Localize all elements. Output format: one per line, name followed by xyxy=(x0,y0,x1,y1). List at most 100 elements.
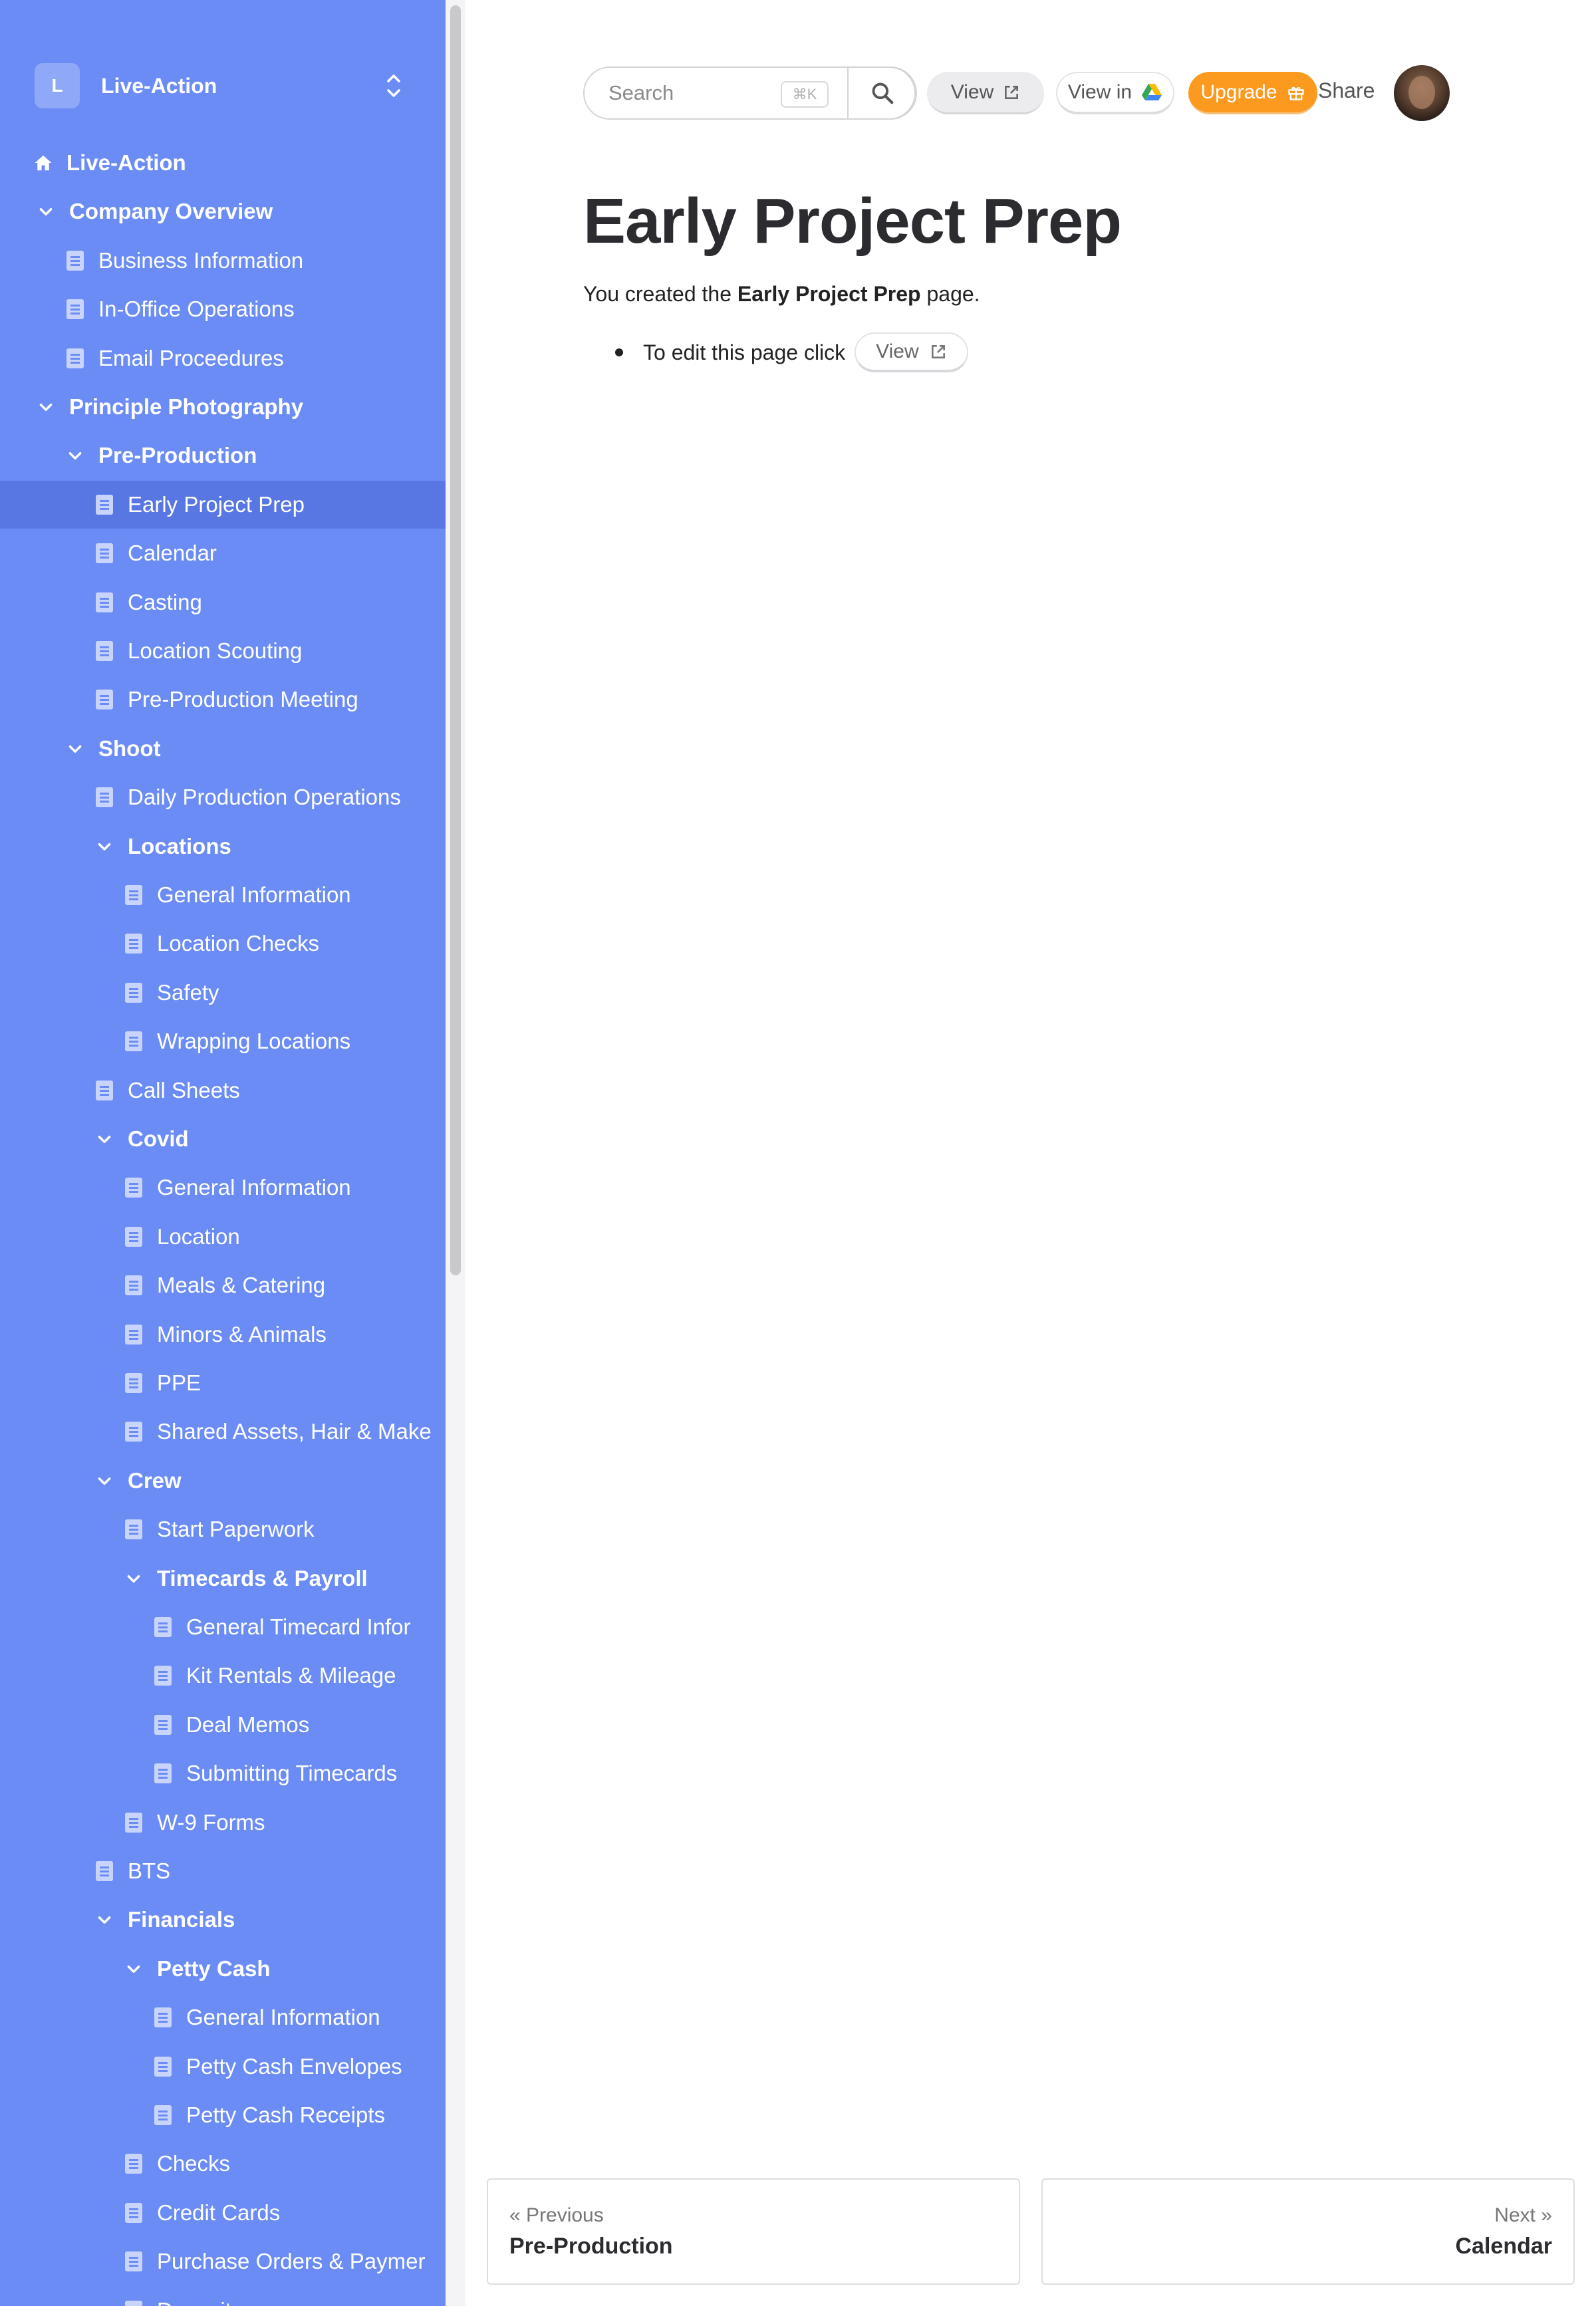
chevron-down-icon[interactable] xyxy=(94,1471,114,1491)
nav-page[interactable]: Petty Cash Receipts xyxy=(0,2091,446,2139)
document-icon xyxy=(94,592,114,612)
nav-page[interactable]: Deal Memos xyxy=(0,1701,446,1749)
nav-folder[interactable]: Covid xyxy=(0,1115,446,1163)
document-icon xyxy=(94,1861,114,1881)
document-icon xyxy=(124,885,144,905)
nav-item-label: Minors & Animals xyxy=(157,1321,327,1346)
chevron-up-down-icon[interactable] xyxy=(380,69,407,102)
next-page-link[interactable]: Next » Calendar xyxy=(1041,2178,1575,2285)
nav-page[interactable]: Casting xyxy=(0,578,446,626)
nav-item-label: Petty Cash Envelopes xyxy=(186,2053,402,2079)
nav-page[interactable]: PPE xyxy=(0,1359,446,1407)
nav-page[interactable]: General Information xyxy=(0,871,446,919)
nav-item-label: Email Proceedures xyxy=(98,345,284,370)
search-shortcut-hint: ⌘K xyxy=(781,81,829,108)
nav-page[interactable]: In-Office Operations xyxy=(0,285,446,333)
nav-page[interactable]: Wrapping Locations xyxy=(0,1017,446,1065)
nav-page[interactable]: Meals & Catering xyxy=(0,1261,446,1309)
document-icon xyxy=(124,2251,144,2272)
nav-page[interactable]: Business Information xyxy=(0,237,446,285)
inline-view-button[interactable]: View xyxy=(855,332,968,372)
nav-item-label: Covid xyxy=(128,1126,189,1151)
chevron-down-icon[interactable] xyxy=(65,446,85,465)
nav-folder[interactable]: Timecards & Payroll xyxy=(0,1555,446,1602)
share-button[interactable]: Share xyxy=(1318,78,1375,103)
nav-item-label: Timecards & Payroll xyxy=(157,1565,368,1591)
chevron-down-icon[interactable] xyxy=(36,397,56,417)
document-icon xyxy=(153,1763,173,1784)
chevron-down-icon[interactable] xyxy=(94,1910,114,1930)
nav-page[interactable]: Email Proceedures xyxy=(0,334,446,382)
search-button[interactable] xyxy=(847,66,917,120)
nav-page[interactable]: Early Project Prep xyxy=(0,480,446,529)
nav-page[interactable]: Credit Cards xyxy=(0,2189,446,2237)
chevron-down-icon[interactable] xyxy=(124,1569,144,1589)
nav-item-label: Deposits xyxy=(157,2298,242,2306)
nav-item-label: Location xyxy=(157,1223,240,1249)
nav-page[interactable]: Location Scouting xyxy=(0,627,446,675)
nav-item-label: Live-Action xyxy=(66,150,186,175)
workspace-switcher[interactable]: L Live-Action xyxy=(35,63,407,109)
view-button[interactable]: View xyxy=(927,72,1044,114)
chevron-down-icon[interactable] xyxy=(94,1129,114,1149)
chevron-down-icon[interactable] xyxy=(36,201,56,221)
nav-page[interactable]: Deposits xyxy=(0,2287,446,2306)
nav-folder[interactable]: Financials xyxy=(0,1896,446,1944)
nav-item-label: Company Overview xyxy=(69,199,273,224)
nav-page[interactable]: Submitting Timecards xyxy=(0,1749,446,1797)
nav-folder[interactable]: Petty Cash xyxy=(0,1945,446,1993)
document-icon xyxy=(153,1617,173,1637)
nav-page[interactable]: Checks xyxy=(0,2140,446,2188)
nav-page[interactable]: Shared Assets, Hair & Make xyxy=(0,1408,446,1456)
nav-page[interactable]: General Information xyxy=(0,1993,446,2041)
user-avatar[interactable] xyxy=(1394,65,1450,121)
previous-page-title: Pre-Production xyxy=(509,2233,673,2259)
page-title: Early Project Prep xyxy=(583,186,1122,257)
view-button-label: View xyxy=(950,80,994,103)
nav-page[interactable]: Start Paperwork xyxy=(0,1505,446,1553)
chevron-down-icon[interactable] xyxy=(65,739,85,759)
nav-page[interactable]: Purchase Orders & Paymer xyxy=(0,2238,446,2285)
search-input[interactable] xyxy=(608,81,775,105)
nav-item-label: General Information xyxy=(157,1175,351,1200)
search-bar: ⌘K xyxy=(583,66,917,120)
nav-folder[interactable]: Crew xyxy=(0,1457,446,1505)
nav-page[interactable]: General Information xyxy=(0,1164,446,1212)
sidebar-scrollbar-thumb[interactable] xyxy=(450,5,461,1275)
document-icon xyxy=(94,1080,114,1100)
nav-item-label: Principle Photography xyxy=(69,394,304,419)
nav-page[interactable]: Petty Cash Envelopes xyxy=(0,2043,446,2091)
nav-page[interactable]: Calendar xyxy=(0,529,446,577)
nav-page[interactable]: BTS xyxy=(0,1847,446,1895)
document-icon xyxy=(94,690,114,710)
nav-folder[interactable]: Locations xyxy=(0,823,446,870)
gift-icon xyxy=(1287,86,1304,100)
nav-page[interactable]: Kit Rentals & Mileage xyxy=(0,1652,446,1700)
document-icon xyxy=(65,250,85,271)
nav-folder[interactable]: Principle Photography xyxy=(0,383,446,431)
nav-page[interactable]: General Timecard Infor xyxy=(0,1603,446,1651)
nav-folder[interactable]: Shoot xyxy=(0,725,446,773)
upgrade-button[interactable]: Upgrade xyxy=(1188,72,1317,114)
edit-instructions-item: To edit this page click View xyxy=(615,332,968,372)
nav-folder[interactable]: Pre-Production xyxy=(0,432,446,479)
nav-page[interactable]: W-9 Forms xyxy=(0,1799,446,1847)
nav-item-label: Checks xyxy=(157,2151,231,2176)
document-icon xyxy=(153,1666,173,1686)
nav-folder[interactable]: Company Overview xyxy=(0,188,446,235)
nav-page[interactable]: Location xyxy=(0,1213,446,1261)
nav-page[interactable]: Minors & Animals xyxy=(0,1311,446,1358)
nav-page[interactable]: Pre-Production Meeting xyxy=(0,676,446,723)
nav-item-label: PPE xyxy=(157,1370,201,1395)
nav-page[interactable]: Location Checks xyxy=(0,920,446,967)
view-in-drive-button[interactable]: View in xyxy=(1056,72,1174,114)
nav-page[interactable]: Daily Production Operations xyxy=(0,773,446,821)
nav-item-label: Petty Cash xyxy=(157,1956,271,1981)
chevron-down-icon[interactable] xyxy=(124,1959,144,1979)
nav-page[interactable]: Safety xyxy=(0,969,446,1017)
previous-page-link[interactable]: « Previous Pre-Production xyxy=(487,2178,1020,2285)
chevron-down-icon[interactable] xyxy=(94,836,114,856)
nav-page[interactable]: Call Sheets xyxy=(0,1067,446,1114)
document-icon xyxy=(124,1324,144,1345)
nav-home[interactable]: Live-Action xyxy=(0,139,446,187)
